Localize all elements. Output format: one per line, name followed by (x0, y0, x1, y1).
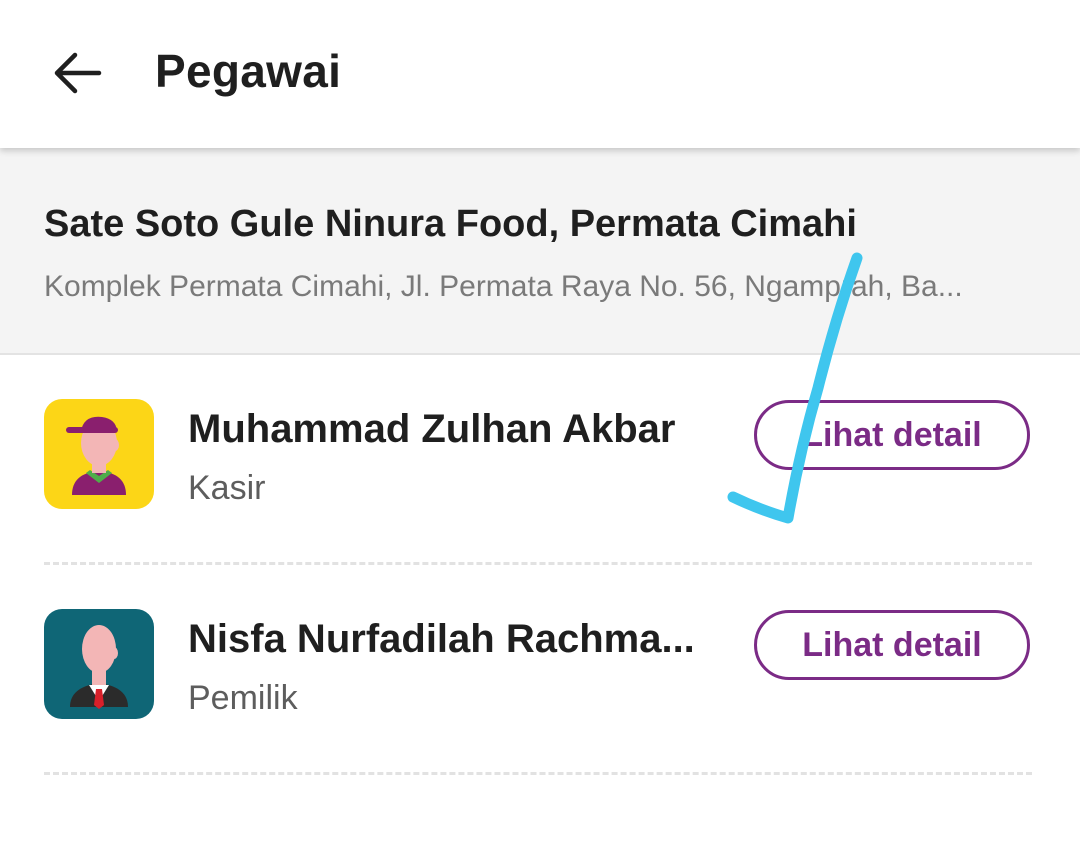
back-button[interactable] (40, 36, 114, 110)
employee-name: Nisfa Nurfadilah Rachma... (188, 617, 695, 661)
cashier-avatar-icon (44, 399, 154, 509)
outlet-address: Komplek Permata Cimahi, Jl. Permata Raya… (44, 270, 963, 303)
outlet-name: Sate Soto Gule Ninura Food, Permata Cima… (44, 203, 857, 245)
employee-name: Muhammad Zulhan Akbar (188, 407, 676, 451)
view-detail-button[interactable]: Lihat detail (754, 400, 1030, 470)
page-title: Pegawai (155, 45, 342, 97)
list-item: Muhammad Zulhan Akbar Kasir Lihat detail (0, 355, 1080, 565)
employee-role: Pemilik (188, 679, 298, 717)
divider (44, 772, 1032, 775)
employee-screen: Pegawai Sate Soto Gule Ninura Food, Perm… (0, 0, 1080, 864)
employee-role: Kasir (188, 469, 266, 507)
employee-list: Muhammad Zulhan Akbar Kasir Lihat detail (0, 355, 1080, 775)
outlet-info: Sate Soto Gule Ninura Food, Permata Cima… (0, 148, 1080, 355)
arrow-left-icon (54, 52, 102, 94)
list-item: Nisfa Nurfadilah Rachma... Pemilik Lihat… (0, 565, 1080, 775)
owner-avatar-icon (44, 609, 154, 719)
app-bar: Pegawai (0, 0, 1080, 148)
view-detail-button[interactable]: Lihat detail (754, 610, 1030, 680)
